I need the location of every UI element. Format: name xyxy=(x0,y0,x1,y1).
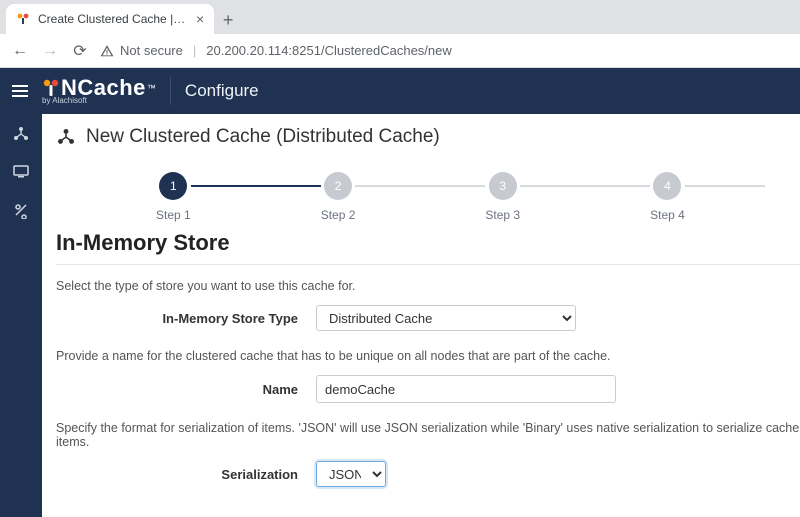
header-divider xyxy=(170,77,171,105)
tools-icon[interactable] xyxy=(11,200,31,220)
step-3[interactable]: 3 Step 3 xyxy=(485,172,520,222)
tab-close-icon[interactable]: × xyxy=(196,12,204,26)
url-text[interactable]: 20.200.20.114:8251/ClusteredCaches/new xyxy=(206,43,452,58)
url-separator: | xyxy=(193,43,196,58)
store-type-label: In-Memory Store Type xyxy=(56,311,316,326)
step-circle: 1 xyxy=(159,172,187,200)
step-circle: 3 xyxy=(489,172,517,200)
ncache-icon xyxy=(42,78,60,98)
step-1[interactable]: 1 Step 1 xyxy=(156,172,191,222)
step-connector xyxy=(520,185,650,187)
browser-tab-strip: Create Clustered Cache | NCache × + xyxy=(0,0,800,34)
step-connector xyxy=(191,185,321,187)
brand-tm: ™ xyxy=(147,84,156,93)
step-2[interactable]: 2 Step 2 xyxy=(321,172,356,222)
browser-toolbar: ← → ⟳ Not secure | 20.200.20.114:8251/Cl… xyxy=(0,34,800,68)
brand-logo[interactable]: NCache ™ by Alachisoft xyxy=(42,77,156,105)
favicon-icon xyxy=(16,12,30,26)
cluster-icon[interactable] xyxy=(11,124,31,144)
cache-name-input[interactable] xyxy=(316,375,616,403)
serialization-select[interactable]: JSON xyxy=(316,461,386,487)
store-help-text: Select the type of store you want to use… xyxy=(56,279,800,293)
step-label: Step 3 xyxy=(485,208,520,222)
reload-icon[interactable]: ⟳ xyxy=(70,41,90,61)
cluster-icon xyxy=(56,127,76,147)
brand-subtext: by Alachisoft xyxy=(42,97,156,105)
serial-help-text: Specify the format for serialization of … xyxy=(56,421,800,449)
step-label: Step 2 xyxy=(321,208,356,222)
main-content: New Clustered Cache (Distributed Cache) … xyxy=(42,114,800,517)
store-type-select[interactable]: Distributed Cache xyxy=(316,305,576,331)
step-connector xyxy=(355,185,485,187)
side-rail xyxy=(0,114,42,517)
header-section: Configure xyxy=(185,81,259,101)
security-indicator[interactable]: Not secure xyxy=(100,43,183,58)
step-circle: 4 xyxy=(653,172,681,200)
page-title: New Clustered Cache (Distributed Cache) xyxy=(86,126,440,148)
browser-tab[interactable]: Create Clustered Cache | NCache × xyxy=(6,4,214,34)
menu-icon[interactable] xyxy=(12,85,28,97)
forward-icon: → xyxy=(40,42,60,60)
step-circle: 2 xyxy=(324,172,352,200)
step-connector xyxy=(685,185,765,187)
app-header: NCache ™ by Alachisoft Configure xyxy=(0,68,800,114)
security-label: Not secure xyxy=(120,43,183,58)
step-label: Step 4 xyxy=(650,208,685,222)
serialization-label: Serialization xyxy=(56,467,316,482)
wizard-stepper: 1 Step 1 2 Step 2 3 Step 3 4 Step 4 xyxy=(156,172,800,222)
section-heading: In-Memory Store xyxy=(56,230,800,256)
warning-icon xyxy=(100,44,114,58)
name-help-text: Provide a name for the clustered cache t… xyxy=(56,349,800,363)
new-tab-button[interactable]: + xyxy=(214,6,242,34)
divider xyxy=(56,264,800,265)
monitor-icon[interactable] xyxy=(11,162,31,182)
step-label: Step 1 xyxy=(156,208,191,222)
tab-title: Create Clustered Cache | NCache xyxy=(38,12,188,26)
step-4[interactable]: 4 Step 4 xyxy=(650,172,685,222)
name-label: Name xyxy=(56,382,316,397)
back-icon[interactable]: ← xyxy=(10,42,30,60)
